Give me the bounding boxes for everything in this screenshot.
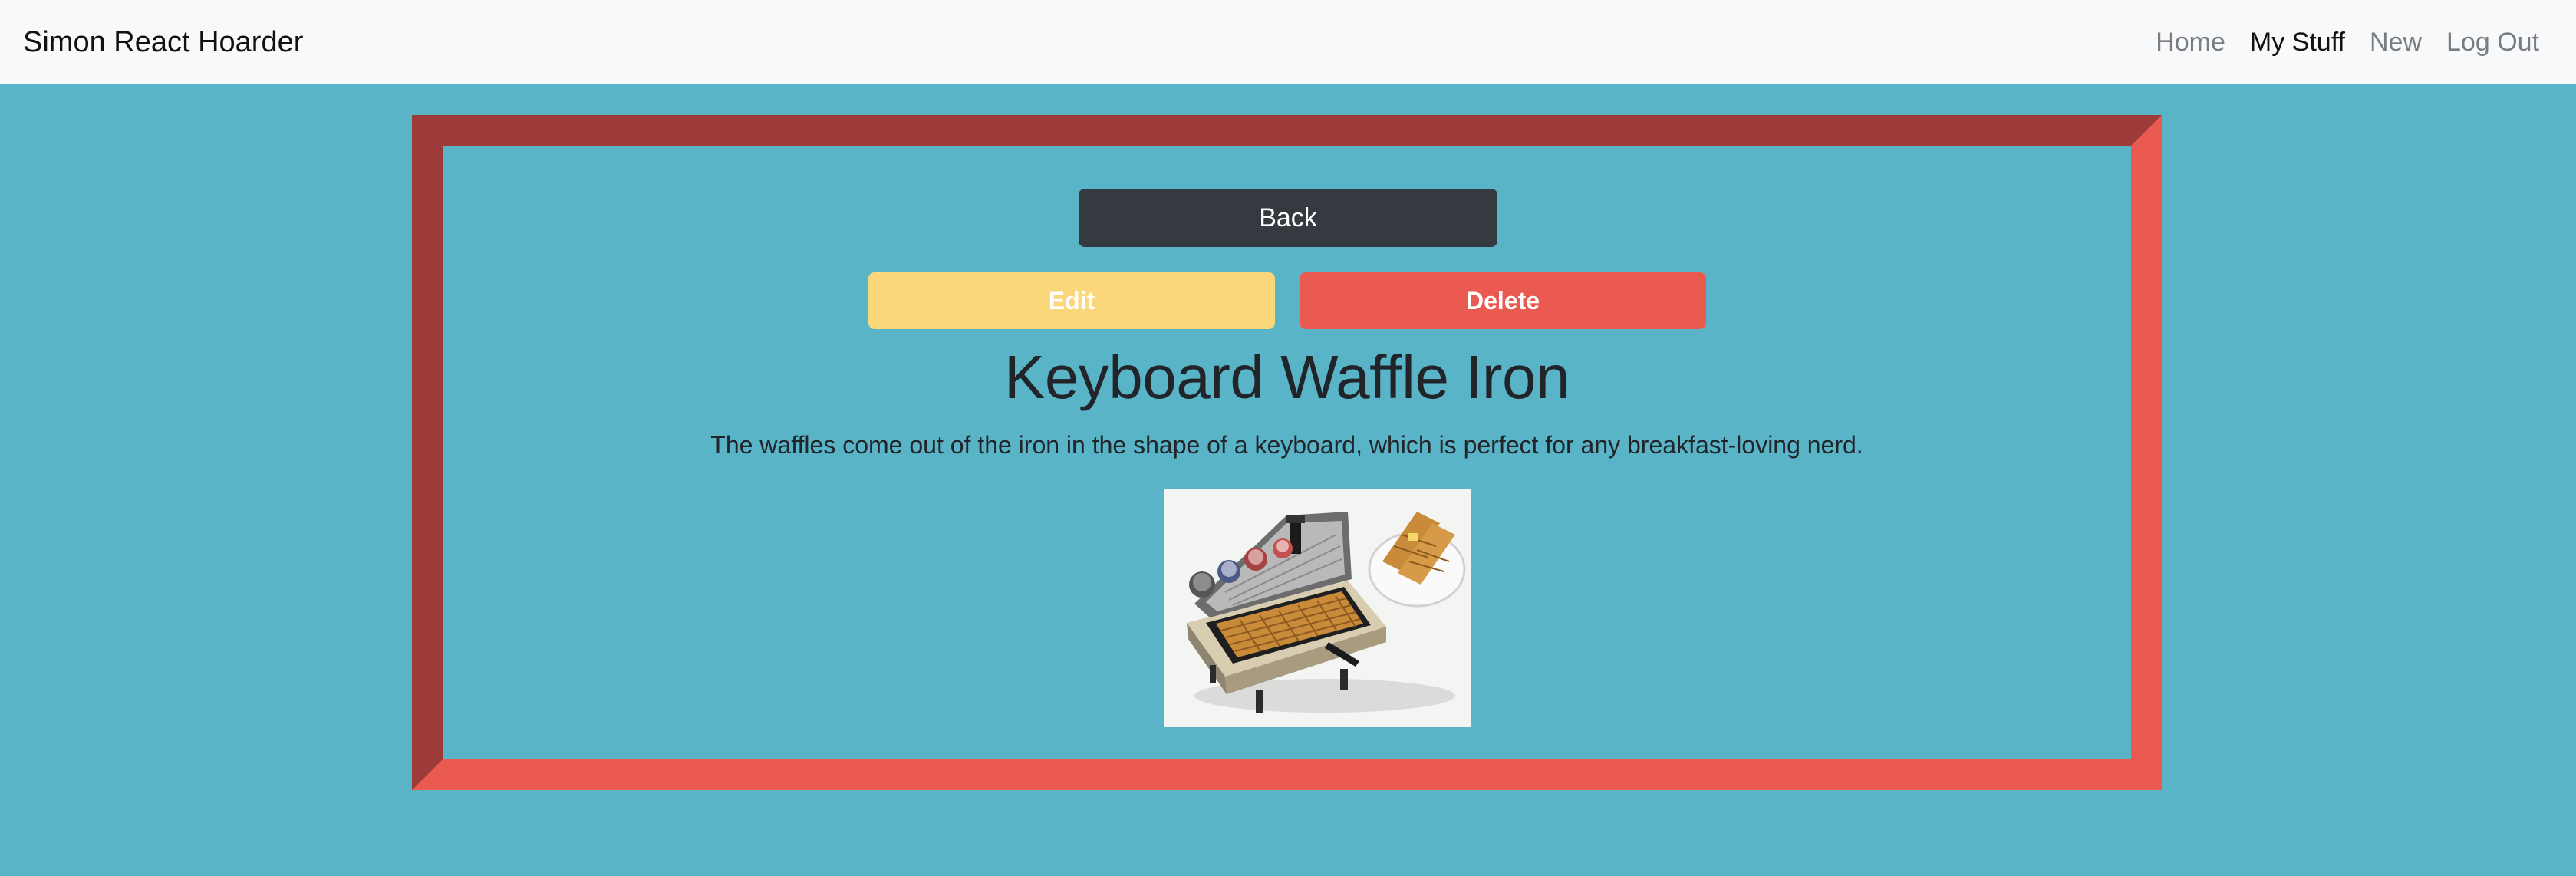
nav-link-my-stuff[interactable]: My Stuff (2250, 28, 2345, 58)
item-description: The waffles come out of the iron in the … (710, 431, 1863, 459)
back-button[interactable]: Back (1079, 189, 1497, 247)
item-image (1164, 489, 1471, 727)
top-navbar: Simon React Hoarder Home My Stuff New Lo… (0, 0, 2576, 84)
nav-links: Home My Stuff New Log Out (2156, 28, 2553, 58)
delete-button[interactable]: Delete (1300, 272, 1706, 329)
nav-link-log-out[interactable]: Log Out (2446, 28, 2539, 58)
edit-button[interactable]: Edit (868, 272, 1275, 329)
nav-link-home[interactable]: Home (2156, 28, 2225, 58)
nav-link-new[interactable]: New (2370, 28, 2422, 58)
brand-link[interactable]: Simon React Hoarder (23, 26, 303, 59)
keyboard-waffle-iron-illustration (1164, 489, 1471, 727)
item-detail-content: Back Edit Delete Keyboard Waffle Iron Th… (443, 146, 2131, 759)
item-detail-frame: Back Edit Delete Keyboard Waffle Iron Th… (412, 115, 2162, 790)
item-title: Keyboard Waffle Iron (1003, 343, 1570, 411)
